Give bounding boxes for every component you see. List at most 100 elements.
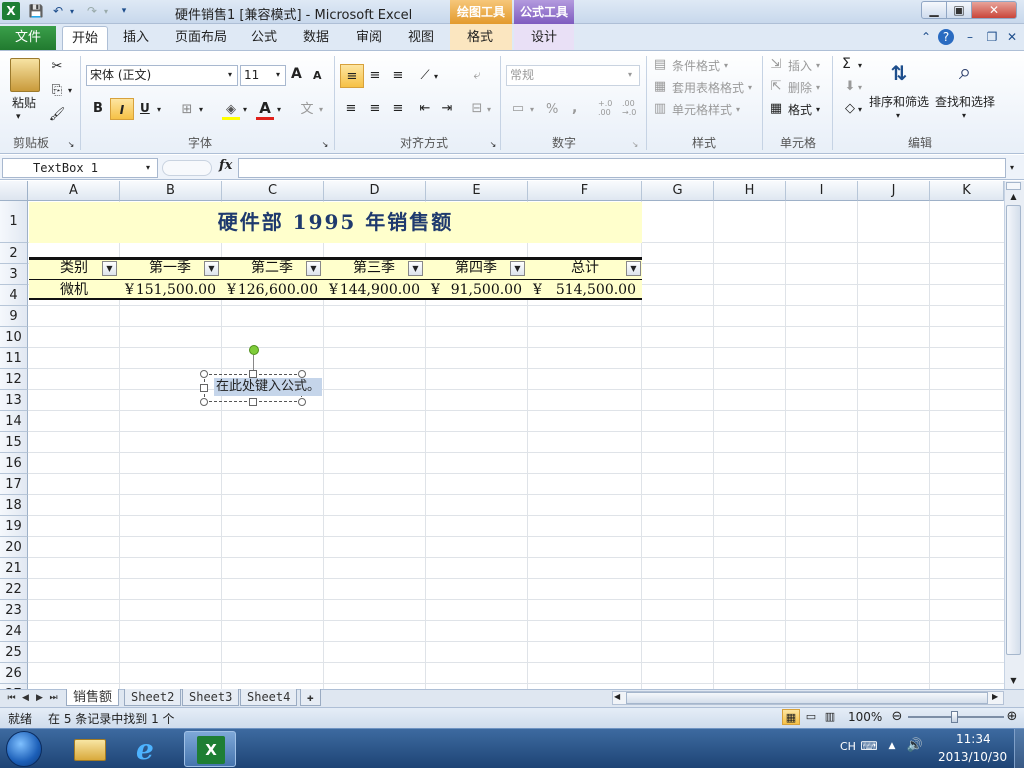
close-button[interactable]: ✕: [971, 1, 1017, 19]
column-header-g[interactable]: G: [642, 181, 714, 201]
tab-data[interactable]: 数据: [298, 26, 334, 50]
column-header-c[interactable]: C: [222, 181, 324, 201]
formula-input[interactable]: [238, 158, 1006, 178]
row-header-15[interactable]: 15: [0, 432, 28, 453]
page-break-view-icon[interactable]: ▥: [822, 709, 838, 725]
resize-handle[interactable]: [200, 384, 208, 392]
insert-cells-dropdown-icon[interactable]: ▾: [816, 61, 820, 70]
shrink-font-button[interactable]: A: [313, 69, 322, 82]
sheet-tab-sheet2[interactable]: Sheet2: [124, 689, 182, 706]
tab-review[interactable]: 审阅: [350, 26, 388, 50]
worksheet-grid[interactable]: ABCDEFGHIJK 1 2 3 4 9 10 11 12 13 14 15 16 17 18 19 20 2…: [0, 181, 1004, 689]
language-indicator[interactable]: CH: [840, 740, 856, 753]
row-header-16[interactable]: 16: [0, 453, 28, 474]
sheet-tab-sheet4[interactable]: Sheet4: [240, 689, 298, 706]
minimize-ribbon-icon[interactable]: ⌃: [918, 29, 934, 45]
number-format-dropdown-icon[interactable]: ▾: [628, 70, 632, 79]
row-header-10[interactable]: 10: [0, 327, 28, 348]
format-as-table-dropdown-icon[interactable]: ▾: [748, 83, 752, 92]
fill-dropdown-icon[interactable]: ▾: [858, 83, 862, 92]
sheet-tab-sales[interactable]: 销售额: [66, 689, 120, 706]
sheet-tab-sheet3[interactable]: Sheet3: [182, 689, 240, 706]
merge-center-icon[interactable]: ⊟: [468, 100, 486, 118]
grow-font-button[interactable]: A: [291, 66, 302, 82]
copy-icon[interactable]: ⎘: [48, 82, 66, 100]
split-box[interactable]: [1006, 182, 1021, 190]
workbook-minimize-icon[interactable]: –: [962, 29, 978, 45]
increase-indent-icon[interactable]: ⇥: [438, 100, 456, 118]
name-box[interactable]: TextBox 1: [2, 158, 158, 178]
workbook-close-icon[interactable]: ✕: [1004, 29, 1020, 45]
comma-button[interactable]: ,: [572, 100, 577, 116]
conditional-format-button[interactable]: 条件格式: [672, 57, 720, 74]
percent-button[interactable]: %: [546, 102, 558, 117]
find-select-button[interactable]: 查找和选择: [935, 93, 995, 110]
row-header-20[interactable]: 20: [0, 537, 28, 558]
paste-button[interactable]: 粘贴: [12, 94, 36, 111]
row-header-4[interactable]: 4: [0, 285, 28, 306]
copy-dropdown-icon[interactable]: ▾: [66, 82, 74, 100]
number-format-select[interactable]: 常规: [506, 65, 640, 86]
filter-dropdown-icon[interactable]: ▼: [510, 261, 525, 276]
column-header-a[interactable]: A: [28, 181, 120, 201]
minimize-button[interactable]: ▁: [921, 1, 947, 19]
filter-dropdown-icon[interactable]: ▼: [306, 261, 321, 276]
format-cells-icon[interactable]: ▦: [768, 100, 784, 118]
alignment-launcher-icon[interactable]: ↘: [488, 136, 498, 154]
row-header-9[interactable]: 9: [0, 306, 28, 327]
undo-dropdown-icon[interactable]: ▾: [64, 3, 80, 20]
fill-icon[interactable]: ⬇: [842, 78, 858, 96]
font-color-dropdown-icon[interactable]: ▾: [277, 105, 281, 114]
show-hidden-icons[interactable]: ▲: [886, 737, 898, 755]
resize-handle[interactable]: [200, 398, 208, 406]
font-name-dropdown-icon[interactable]: ▾: [228, 70, 232, 79]
last-sheet-icon[interactable]: ⏭: [48, 691, 59, 705]
clipboard-launcher-icon[interactable]: ↘: [66, 136, 76, 154]
tab-view[interactable]: 视图: [402, 26, 440, 50]
filter-dropdown-icon[interactable]: ▼: [102, 261, 117, 276]
keyboard-icon[interactable]: ⌨: [860, 737, 878, 755]
decrease-indent-icon[interactable]: ⇤: [416, 100, 434, 118]
row-header-12[interactable]: 12: [0, 369, 28, 390]
insert-function-button[interactable]: fx: [219, 158, 232, 173]
row-header-3[interactable]: 3: [0, 264, 28, 285]
first-sheet-icon[interactable]: ⏮: [6, 691, 17, 705]
textbox-text[interactable]: 在此处键入公式。: [214, 378, 323, 396]
sort-filter-dropdown-icon[interactable]: ▾: [896, 111, 900, 120]
find-select-icon[interactable]: ⌕: [948, 56, 982, 90]
align-center-icon[interactable]: ≡: [366, 100, 384, 118]
sort-filter-button[interactable]: 排序和筛选: [869, 93, 929, 110]
save-icon[interactable]: 💾: [28, 3, 44, 20]
prev-sheet-icon[interactable]: ◀: [20, 691, 31, 705]
name-box-dropdown-icon[interactable]: ▾: [146, 163, 150, 172]
accounting-dropdown-icon[interactable]: ▾: [530, 105, 534, 114]
volume-icon[interactable]: 🔊: [906, 737, 924, 755]
row-header-19[interactable]: 19: [0, 516, 28, 537]
clock-date[interactable]: 2013/10/30: [938, 750, 1007, 764]
clock-time[interactable]: 11:34: [956, 732, 991, 746]
resize-handle[interactable]: [249, 398, 257, 406]
cell-category[interactable]: 微机: [29, 280, 119, 300]
delete-cells-button[interactable]: 删除: [788, 79, 812, 96]
row-header-13[interactable]: 13: [0, 390, 28, 411]
column-header-d[interactable]: D: [324, 181, 426, 201]
wrap-text-icon[interactable]: ⤶: [468, 67, 486, 85]
italic-button[interactable]: I: [110, 98, 134, 120]
row-header-14[interactable]: 14: [0, 411, 28, 432]
tab-format[interactable]: 格式: [460, 26, 500, 50]
excel-taskbar-button[interactable]: X: [184, 731, 236, 767]
scroll-up-icon[interactable]: ▲: [1006, 192, 1021, 201]
zoom-level[interactable]: 100%: [848, 710, 882, 724]
row-header-17[interactable]: 17: [0, 474, 28, 495]
page-layout-view-icon[interactable]: ▭: [803, 709, 819, 725]
autosum-dropdown-icon[interactable]: ▾: [858, 61, 862, 70]
tab-page-layout[interactable]: 页面布局: [170, 26, 232, 50]
cell-styles-button[interactable]: 单元格样式: [672, 101, 732, 118]
tab-insert[interactable]: 插入: [116, 26, 156, 50]
bold-button[interactable]: B: [93, 101, 103, 116]
column-header-i[interactable]: I: [786, 181, 858, 201]
explorer-taskbar-button[interactable]: [64, 731, 116, 767]
vertical-scroll-thumb[interactable]: [1006, 205, 1021, 655]
scroll-right-icon[interactable]: ▶: [992, 692, 998, 701]
align-right-icon[interactable]: ≡: [389, 100, 407, 118]
